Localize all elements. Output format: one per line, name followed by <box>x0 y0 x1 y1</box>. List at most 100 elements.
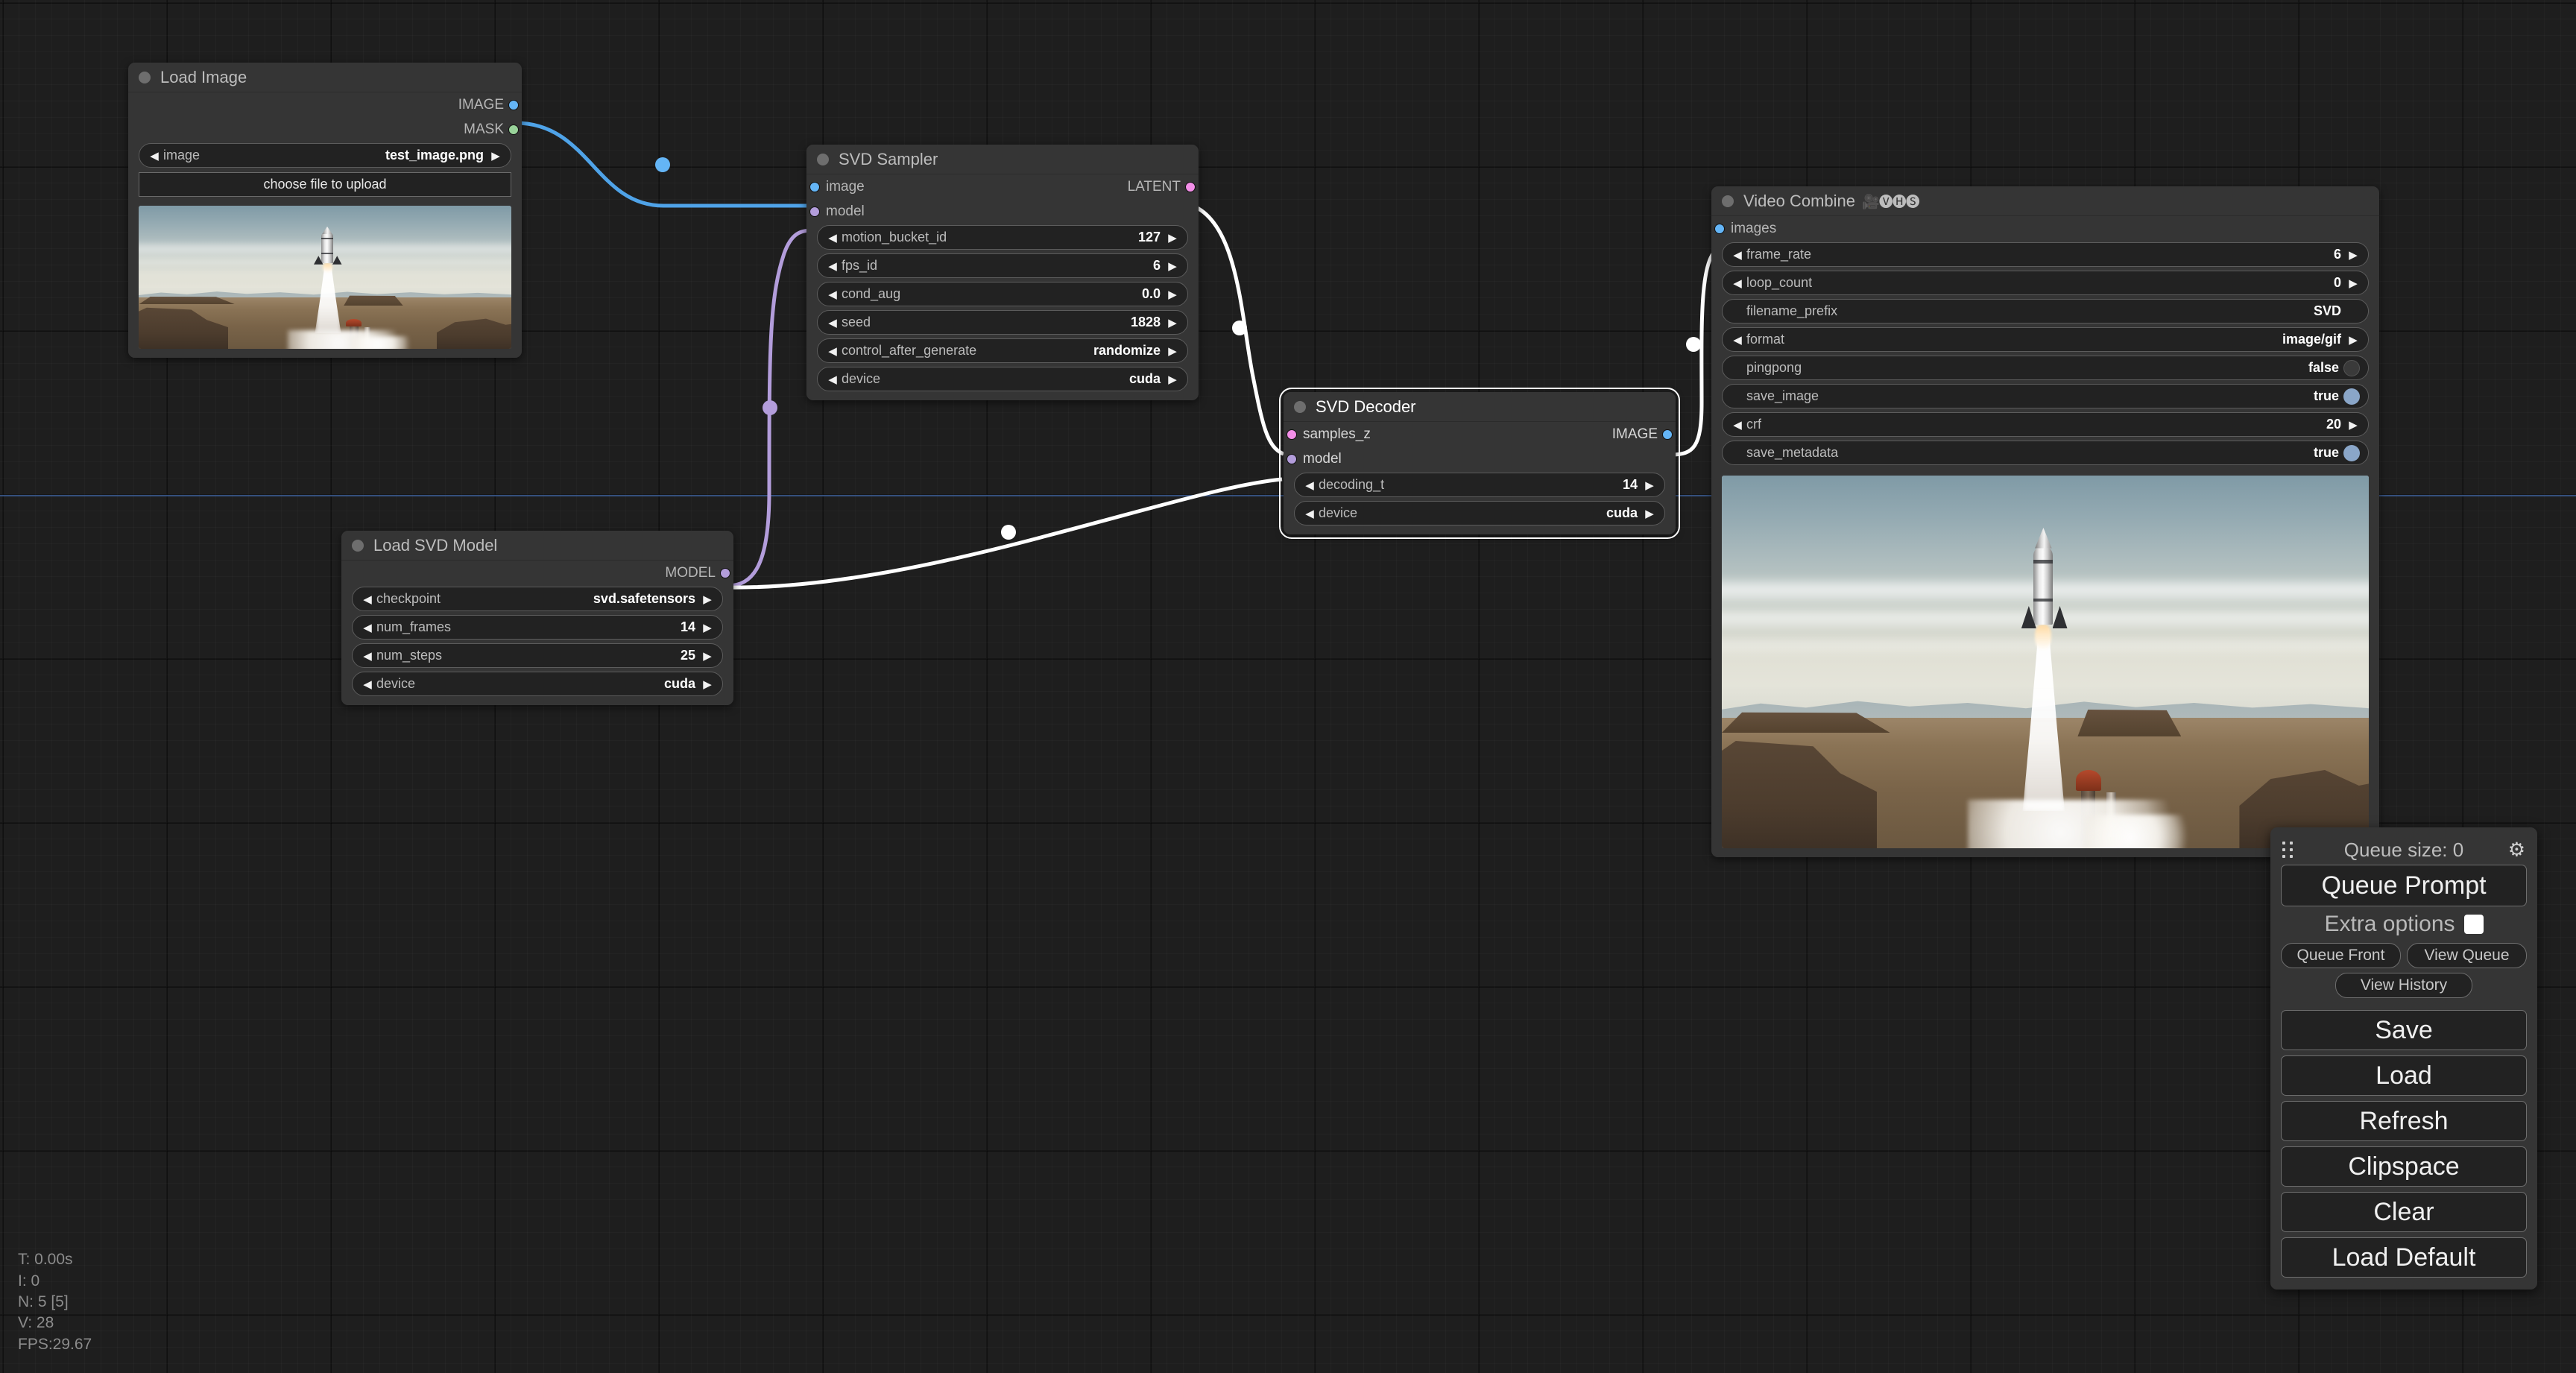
output-slot-image[interactable]: IMAGE <box>128 92 522 117</box>
arrow-left-icon[interactable]: ◀ <box>147 149 162 162</box>
arrow-left-icon[interactable]: ◀ <box>1302 479 1317 492</box>
arrow-right-icon[interactable]: ▶ <box>1642 479 1657 492</box>
widget-loop-count[interactable]: ◀ loop_count 0 ▶ <box>1722 271 2369 295</box>
node-title-bar[interactable]: SVD Decoder <box>1284 392 1676 422</box>
arrow-left-icon[interactable]: ◀ <box>1730 418 1745 432</box>
extra-options-row[interactable]: Extra options <box>2281 912 2527 937</box>
widget-control-after-generate[interactable]: ◀ control_after_generate randomize ▶ <box>817 338 1188 363</box>
node-video-combine[interactable]: Video Combine 🎥🅥🅗🅢 images ◀ frame_rate 6… <box>1711 186 2379 857</box>
arrow-right-icon[interactable]: ▶ <box>1165 259 1180 273</box>
output-dot-image-icon[interactable] <box>1662 429 1673 440</box>
arrow-right-icon[interactable]: ▶ <box>2346 333 2361 347</box>
toggle-knob-save-metadata[interactable] <box>2343 445 2360 461</box>
widget-decoding-t[interactable]: ◀ decoding_t 14 ▶ <box>1294 473 1665 497</box>
arrow-right-icon[interactable]: ▶ <box>1642 507 1657 520</box>
refresh-button[interactable]: Refresh <box>2281 1101 2527 1141</box>
node-load-image[interactable]: Load Image IMAGE MASK ◀ image test_image… <box>128 63 522 358</box>
toggle-knob-save-image[interactable] <box>2343 388 2360 405</box>
input-dot-image-icon[interactable] <box>809 182 820 192</box>
queue-prompt-button[interactable]: Queue Prompt <box>2281 865 2527 906</box>
arrow-right-icon[interactable]: ▶ <box>2346 248 2361 262</box>
arrow-left-icon[interactable]: ◀ <box>360 621 375 634</box>
image-preview[interactable] <box>139 206 511 349</box>
output-dot-mask-icon[interactable] <box>508 124 519 135</box>
widget-save-metadata[interactable]: ◀ save_metadata true <box>1722 441 2369 465</box>
widget-crf[interactable]: ◀ crf 20 ▶ <box>1722 412 2369 437</box>
output-dot-latent-icon[interactable] <box>1185 182 1196 192</box>
view-history-button[interactable]: View History <box>2335 973 2473 998</box>
extra-options-checkbox[interactable] <box>2464 915 2484 934</box>
choose-file-to-upload-button[interactable]: choose file to upload <box>139 172 511 197</box>
widget-device[interactable]: ◀ device cuda ▶ <box>352 672 723 696</box>
arrow-right-icon[interactable]: ▶ <box>488 149 503 162</box>
view-queue-button[interactable]: View Queue <box>2407 943 2527 968</box>
arrow-right-icon[interactable]: ▶ <box>1165 231 1180 244</box>
drag-handle-icon[interactable] <box>2282 842 2294 858</box>
widget-num-frames[interactable]: ◀ num_frames 14 ▶ <box>352 615 723 640</box>
widget-seed[interactable]: ◀ seed 1828 ▶ <box>817 310 1188 335</box>
input-dot-image-icon[interactable] <box>1714 224 1725 234</box>
widget-frame-rate[interactable]: ◀ frame_rate 6 ▶ <box>1722 242 2369 267</box>
save-button[interactable]: Save <box>2281 1010 2527 1050</box>
arrow-right-icon[interactable]: ▶ <box>1165 288 1180 301</box>
node-title-bar[interactable]: Load Image <box>128 63 522 92</box>
arrow-left-icon[interactable]: ◀ <box>1730 277 1745 290</box>
clear-button[interactable]: Clear <box>2281 1192 2527 1232</box>
input-dot-model-icon[interactable] <box>1287 454 1297 464</box>
arrow-left-icon[interactable]: ◀ <box>1302 507 1317 520</box>
widget-image[interactable]: ◀ image test_image.png ▶ <box>139 143 511 168</box>
arrow-left-icon[interactable]: ◀ <box>360 649 375 663</box>
collapse-dot-icon[interactable] <box>139 72 151 83</box>
arrow-right-icon[interactable]: ▶ <box>700 678 715 691</box>
node-title-bar[interactable]: Video Combine 🎥🅥🅗🅢 <box>1711 186 2379 216</box>
arrow-left-icon[interactable]: ◀ <box>825 288 840 301</box>
load-button[interactable]: Load <box>2281 1055 2527 1096</box>
collapse-dot-icon[interactable] <box>817 154 829 165</box>
input-slot-model[interactable]: model <box>1284 446 1676 471</box>
widget-pingpong[interactable]: ◀ pingpong false <box>1722 356 2369 380</box>
arrow-right-icon[interactable]: ▶ <box>2346 277 2361 290</box>
node-svd-decoder[interactable]: SVD Decoder samples_z IMAGE model ◀ deco… <box>1284 392 1676 534</box>
collapse-dot-icon[interactable] <box>1722 195 1734 207</box>
input-slot-model[interactable]: model <box>806 199 1199 224</box>
comfy-menu-panel[interactable]: Queue size: 0 ⚙ Queue Prompt Extra optio… <box>2270 827 2537 1290</box>
arrow-left-icon[interactable]: ◀ <box>1730 248 1745 262</box>
arrow-left-icon[interactable]: ◀ <box>1730 333 1745 347</box>
widget-device[interactable]: ◀ device cuda ▶ <box>1294 501 1665 525</box>
arrow-left-icon[interactable]: ◀ <box>825 259 840 273</box>
node-title-bar[interactable]: SVD Sampler <box>806 145 1199 174</box>
arrow-left-icon[interactable]: ◀ <box>360 593 375 606</box>
widget-format[interactable]: ◀ format image/gif ▶ <box>1722 327 2369 352</box>
toggle-knob-pingpong[interactable] <box>2343 360 2360 376</box>
arrow-right-icon[interactable]: ▶ <box>700 649 715 663</box>
clipspace-button[interactable]: Clipspace <box>2281 1146 2527 1187</box>
gear-icon[interactable]: ⚙ <box>2508 839 2525 862</box>
widget-device[interactable]: ◀ device cuda ▶ <box>817 367 1188 391</box>
node-svd-sampler[interactable]: SVD Sampler image LATENT model ◀ motion_… <box>806 145 1199 400</box>
queue-front-button[interactable]: Queue Front <box>2281 943 2401 968</box>
video-preview[interactable] <box>1722 476 2369 848</box>
arrow-left-icon[interactable]: ◀ <box>825 373 840 386</box>
arrow-right-icon[interactable]: ▶ <box>700 593 715 606</box>
arrow-right-icon[interactable]: ▶ <box>1165 373 1180 386</box>
input-dot-model-icon[interactable] <box>809 206 820 217</box>
widget-num-steps[interactable]: ◀ num_steps 25 ▶ <box>352 643 723 668</box>
node-load-svd-model[interactable]: Load SVD Model MODEL ◀ checkpoint svd.sa… <box>341 531 733 705</box>
arrow-right-icon[interactable]: ▶ <box>2346 418 2361 432</box>
input-dot-latent-icon[interactable] <box>1287 429 1297 440</box>
arrow-right-icon[interactable]: ▶ <box>700 621 715 634</box>
input-slot-images[interactable]: images <box>1711 216 2379 241</box>
output-slot-model[interactable]: MODEL <box>341 561 733 585</box>
collapse-dot-icon[interactable] <box>352 540 364 552</box>
arrow-left-icon[interactable]: ◀ <box>825 316 840 329</box>
arrow-left-icon[interactable]: ◀ <box>360 678 375 691</box>
collapse-dot-icon[interactable] <box>1294 401 1306 413</box>
widget-checkpoint[interactable]: ◀ checkpoint svd.safetensors ▶ <box>352 587 723 611</box>
output-dot-model-icon[interactable] <box>720 568 730 578</box>
widget-save-image[interactable]: ◀ save_image true <box>1722 384 2369 408</box>
widget-fps-id[interactable]: ◀ fps_id 6 ▶ <box>817 253 1188 278</box>
load-default-button[interactable]: Load Default <box>2281 1237 2527 1278</box>
arrow-right-icon[interactable]: ▶ <box>1165 344 1180 358</box>
arrow-right-icon[interactable]: ▶ <box>1165 316 1180 329</box>
widget-filename-prefix[interactable]: ◀ filename_prefix SVD ▶ <box>1722 299 2369 323</box>
